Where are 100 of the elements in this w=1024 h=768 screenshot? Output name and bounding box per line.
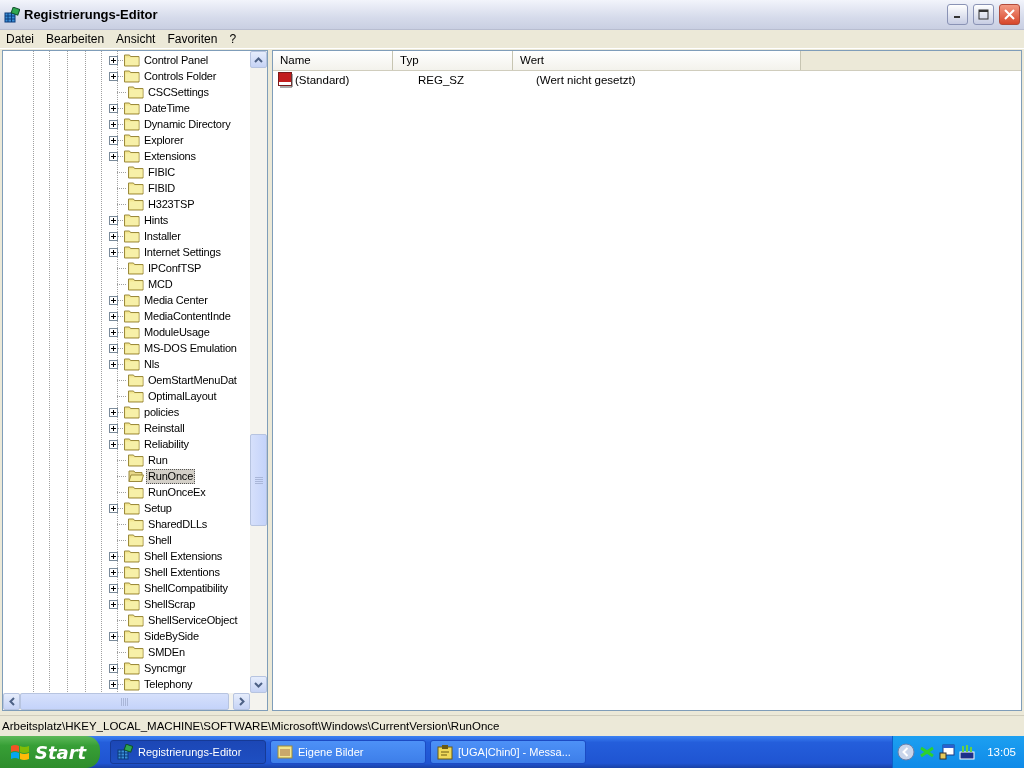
expand-icon[interactable] xyxy=(109,407,118,417)
maximize-button[interactable] xyxy=(973,4,994,25)
expand-icon[interactable] xyxy=(109,247,118,257)
chevron-left-icon[interactable] xyxy=(897,743,916,761)
window-lock-icon[interactable] xyxy=(939,744,956,760)
tree-item[interactable]: IPConfTSP xyxy=(146,260,204,276)
tree-item[interactable]: OptimalLayout xyxy=(146,388,219,404)
tree-item[interactable]: Media Center xyxy=(142,292,210,308)
tree-item[interactable]: MediaContentInde xyxy=(142,308,233,324)
tree-item[interactable]: ShellCompatibility xyxy=(142,580,230,596)
expand-icon[interactable] xyxy=(109,503,118,513)
scroll-thumb[interactable] xyxy=(250,434,267,526)
scroll-thumb[interactable] xyxy=(20,693,229,710)
column-header[interactable]: Typ xyxy=(393,51,513,70)
tree-item[interactable]: CSCSettings xyxy=(146,84,211,100)
folder-icon xyxy=(124,325,140,339)
expand-icon[interactable] xyxy=(109,71,118,81)
expand-icon[interactable] xyxy=(109,663,118,673)
expand-icon[interactable] xyxy=(109,423,118,433)
horizontal-scrollbar[interactable] xyxy=(3,693,267,710)
taskbar-button[interactable]: Eigene Bilder xyxy=(270,740,426,764)
folder-icon xyxy=(124,581,140,595)
expand-icon[interactable] xyxy=(109,119,118,129)
tree-item[interactable]: Run xyxy=(146,452,170,468)
expand-icon[interactable] xyxy=(109,215,118,225)
value-name[interactable]: (Standard) xyxy=(294,74,409,86)
expand-icon[interactable] xyxy=(109,359,118,369)
expand-icon[interactable] xyxy=(109,583,118,593)
tree-item[interactable]: Setup xyxy=(142,500,174,516)
tree-item[interactable]: RunOnceEx xyxy=(146,484,208,500)
scroll-up-button[interactable] xyxy=(250,51,267,68)
tree-item[interactable]: Controls Folder xyxy=(142,68,219,84)
close-button[interactable] xyxy=(999,4,1020,25)
tree-item[interactable]: Installer xyxy=(142,228,183,244)
tree-item[interactable]: Shell xyxy=(146,532,174,548)
tree-item[interactable]: Reinstall xyxy=(142,420,187,436)
tree-item[interactable]: ModuleUsage xyxy=(142,324,212,340)
tree-item[interactable]: FIBIC xyxy=(146,164,178,180)
expand-icon[interactable] xyxy=(109,103,118,113)
tree-item[interactable]: policies xyxy=(142,404,182,420)
tree-item[interactable]: DateTime xyxy=(142,100,192,116)
tree-item[interactable]: Extensions xyxy=(142,148,198,164)
expand-icon[interactable] xyxy=(109,631,118,641)
taskbar-button[interactable]: Registrierungs-Editor xyxy=(110,740,266,764)
tree-item[interactable]: Hints xyxy=(142,212,171,228)
scroll-right-button[interactable] xyxy=(233,693,250,710)
tree-item[interactable]: MS-DOS Emulation xyxy=(142,340,239,356)
expand-icon[interactable] xyxy=(109,327,118,337)
tree-item[interactable]: OemStartMenuDat xyxy=(146,372,239,388)
expand-icon[interactable] xyxy=(109,55,118,65)
folder-icon xyxy=(124,549,140,563)
expand-icon[interactable] xyxy=(109,599,118,609)
status-path: Arbeitsplatz\HKEY_LOCAL_MACHINE\SOFTWARE\Microsoft\Windows\CurrentVersion\RunOnce xyxy=(2,720,500,732)
expand-icon[interactable] xyxy=(109,439,118,449)
grip-icon xyxy=(121,697,128,706)
folder-icon xyxy=(128,533,144,547)
tree-item[interactable]: Control Panel xyxy=(142,52,211,68)
expand-icon[interactable] xyxy=(109,151,118,161)
scroll-left-button[interactable] xyxy=(3,693,20,710)
expand-icon[interactable] xyxy=(109,231,118,241)
tree-item[interactable]: RunOnce xyxy=(146,468,196,484)
tree-item[interactable]: Telephony xyxy=(142,676,195,692)
tree-item[interactable]: FIBID xyxy=(146,180,178,196)
tree-item[interactable]: Internet Settings xyxy=(142,244,223,260)
menu-item[interactable]: Favoriten xyxy=(161,32,224,46)
tree-item[interactable]: Dynamic Directory xyxy=(142,116,233,132)
minimize-button[interactable] xyxy=(947,4,968,25)
tree-item[interactable]: Shell Extentions xyxy=(142,564,222,580)
expand-icon[interactable] xyxy=(109,295,118,305)
tree-item[interactable]: SideBySide xyxy=(142,628,201,644)
expand-icon[interactable] xyxy=(109,679,118,689)
expand-icon[interactable] xyxy=(109,311,118,321)
menu-item[interactable]: Datei xyxy=(0,32,40,46)
column-header[interactable]: Name xyxy=(273,51,393,70)
tree-item[interactable]: SharedDLLs xyxy=(146,516,210,532)
tree-item[interactable]: Syncmgr xyxy=(142,660,188,676)
tree-item[interactable]: MCD xyxy=(146,276,175,292)
tree-item[interactable]: Reliability xyxy=(142,436,191,452)
menu-item[interactable]: ? xyxy=(223,32,243,46)
tree-item[interactable]: Explorer xyxy=(142,132,186,148)
vertical-scrollbar[interactable] xyxy=(250,51,267,693)
tree-item[interactable]: Shell Extensions xyxy=(142,548,225,564)
tree-item[interactable]: H323TSP xyxy=(146,196,197,212)
folder-icon xyxy=(124,117,140,131)
plant-icon[interactable] xyxy=(959,744,976,760)
tree-item[interactable]: ShellScrap xyxy=(142,596,198,612)
tree-item[interactable]: SMDEn xyxy=(146,644,187,660)
tree-item[interactable]: ShellServiceObject xyxy=(146,612,240,628)
menu-item[interactable]: Bearbeiten xyxy=(40,32,111,46)
scroll-down-button[interactable] xyxy=(250,676,267,693)
expand-icon[interactable] xyxy=(109,135,118,145)
value-type: REG_SZ xyxy=(417,74,465,86)
start-button[interactable]: Start xyxy=(0,736,100,768)
tree-item[interactable]: Nls xyxy=(142,356,162,372)
expand-icon[interactable] xyxy=(109,551,118,561)
column-header[interactable]: Wert xyxy=(513,51,801,70)
taskbar-button[interactable]: [UGA|Chin0] - Messa... xyxy=(430,740,586,764)
menu-item[interactable]: Ansicht xyxy=(110,32,162,46)
expand-icon[interactable] xyxy=(109,567,118,577)
expand-icon[interactable] xyxy=(109,343,118,353)
